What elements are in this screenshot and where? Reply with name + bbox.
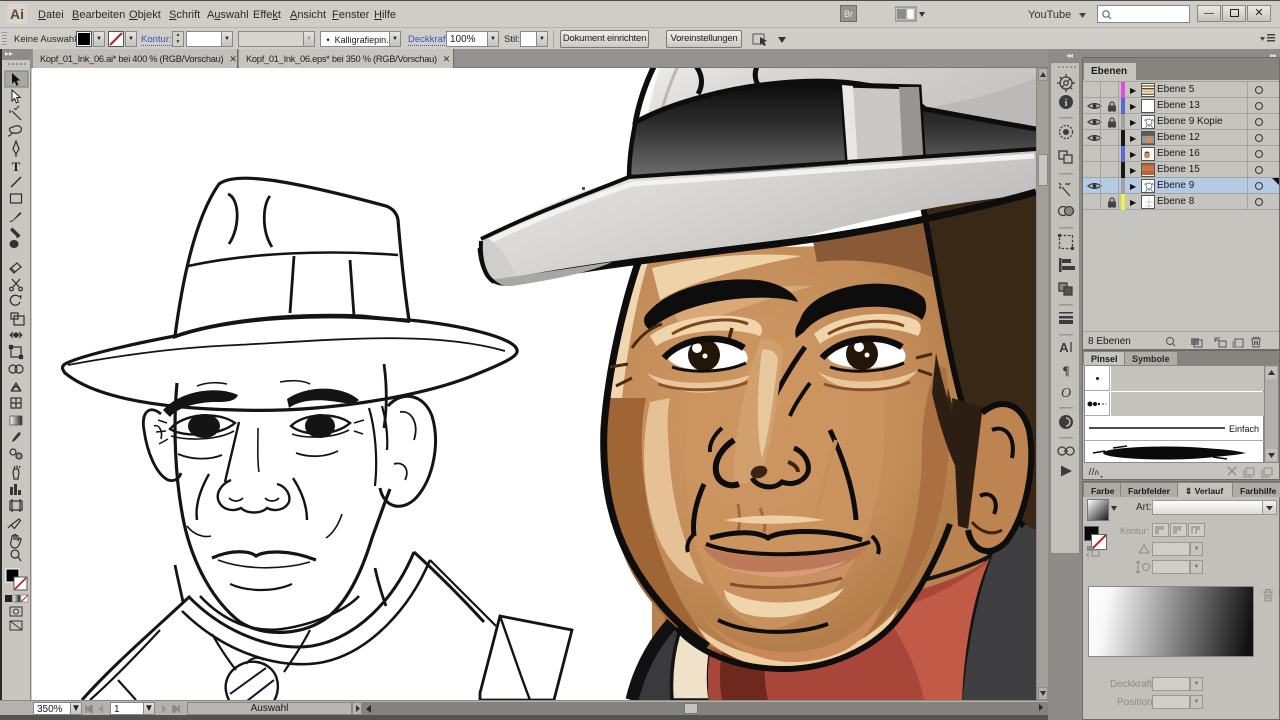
svg-text:T: T xyxy=(12,159,21,174)
svg-text:A: A xyxy=(1059,340,1069,355)
svg-text:O: O xyxy=(1061,386,1071,401)
svg-text:i: i xyxy=(1064,97,1067,109)
svg-text:¶: ¶ xyxy=(1062,363,1069,378)
svg-text:Einfach: Einfach xyxy=(1229,424,1259,434)
